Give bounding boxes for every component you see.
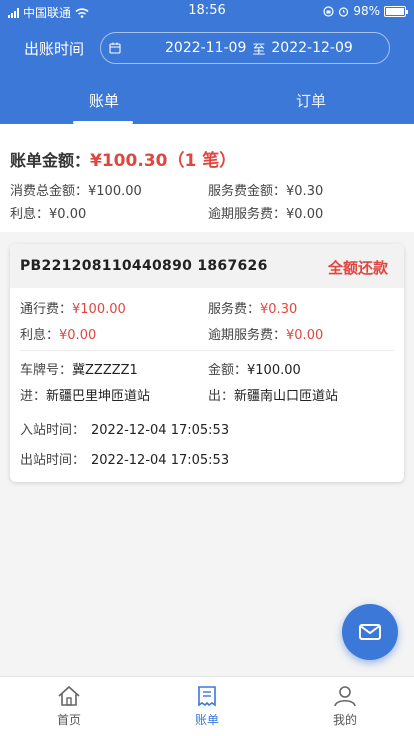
consumption-label: 消费总金额： [10,184,89,199]
entry-station-value: 新疆巴里坤匝道站 [46,389,151,404]
entry-station-label: 进： [20,389,47,404]
exit-station-value: 新疆南山口匝道站 [234,389,339,404]
alarm-icon [339,6,349,17]
service-fee-label: 服务费金额： [208,184,287,199]
bill-summary: 账单金额：¥100.30（1 笔） 消费总金额：¥100.00 服务费金额：¥0… [0,124,414,232]
exit-time-value: 2022-12-04 17:05:53 [91,453,230,468]
bill-icon [198,686,216,707]
exit-station-label: 出： [208,389,235,404]
entry-time-value: 2022-12-04 17:05:53 [91,423,230,438]
toll-label: 通行费： [20,302,73,317]
amount-value: ¥100.00 [247,363,301,378]
bill-card-header: PB221208110440890 1867626 全额还款 [10,244,404,288]
bottom-navigation: 首页 账单 我的 [0,676,414,736]
message-fab-button[interactable] [342,604,398,660]
consumption-value: ¥100.00 [88,184,142,199]
period-label: 出账时间 [24,40,85,58]
nav-bill-label: 账单 [194,713,219,727]
exit-time-label: 出站时间： [20,453,86,468]
bill-card[interactable]: PB221208110440890 1867626 全额还款 通行费：¥100.… [10,244,404,482]
overdue-fee-value: ¥0.00 [286,207,324,222]
card-interest-value: ¥0.00 [59,328,97,343]
date-separator: 至 [252,42,266,58]
battery-icon [384,5,408,17]
app-header: 中国联通 18:56 98% 出账时间 2022-11-09 至 2022-12… [0,0,414,124]
overdue-fee-total: 逾期服务费：¥0.00 [208,203,323,222]
interest-total: 利息：¥0.00 [10,203,86,222]
date-range-picker[interactable]: 2022-11-09 至 2022-12-09 [100,32,390,64]
amount-label: 金额： [208,363,248,378]
nav-mine[interactable]: 我的 [305,685,385,728]
plate-label: 车牌号： [20,363,73,378]
nav-mine-label: 我的 [332,713,357,727]
calendar-icon [109,42,121,54]
bill-id: PB221208110440890 1867626 [20,258,268,274]
card-overdue-label: 逾期服务费： [208,328,287,343]
service-fee-total: 服务费金额：¥0.30 [208,180,323,199]
bill-period-filter: 出账时间 2022-11-09 至 2022-12-09 [24,32,390,64]
status-bar: 中国联通 18:56 98% [0,0,414,22]
user-icon [334,686,356,707]
home-icon [58,685,80,706]
end-date[interactable]: 2022-12-09 [271,40,352,56]
nav-home-label: 首页 [56,713,81,727]
summary-breakdown: 消费总金额：¥100.00 服务费金额：¥0.30 利息：¥0.00 逾期服务费… [10,180,404,226]
tab-order[interactable]: 订单 [296,90,326,111]
battery-percent: 98% [353,4,380,18]
summary-title-label: 账单金额： [10,151,91,170]
card-interest-label: 利息： [20,328,60,343]
interest-label: 利息： [10,207,50,222]
tab-bar: 账单 订单 [0,82,414,124]
nav-bill[interactable]: 账单 [167,685,247,728]
service-value: ¥0.30 [260,302,298,317]
consumption-total: 消费总金额：¥100.00 [10,180,142,199]
plate-value: 冀ZZZZZ1 [72,363,138,378]
service-label: 服务费： [208,302,261,317]
summary-total-amount: ¥100.30（1 笔） [90,151,237,171]
overdue-fee-label: 逾期服务费： [208,207,287,222]
start-date[interactable]: 2022-11-09 [165,40,246,56]
tab-bill[interactable]: 账单 [89,90,119,111]
interest-value: ¥0.00 [49,207,87,222]
entry-time-label: 入站时间： [20,423,86,438]
repayment-status-badge: 全额还款 [327,259,388,277]
nav-home[interactable]: 首页 [29,685,109,728]
mail-icon [359,624,381,640]
card-overdue-value: ¥0.00 [286,328,324,343]
lock-rotation-icon [323,5,334,17]
toll-value: ¥100.00 [72,302,126,317]
summary-title: 账单金额：¥100.30（1 笔） [10,146,236,171]
service-fee-value: ¥0.30 [286,184,324,199]
